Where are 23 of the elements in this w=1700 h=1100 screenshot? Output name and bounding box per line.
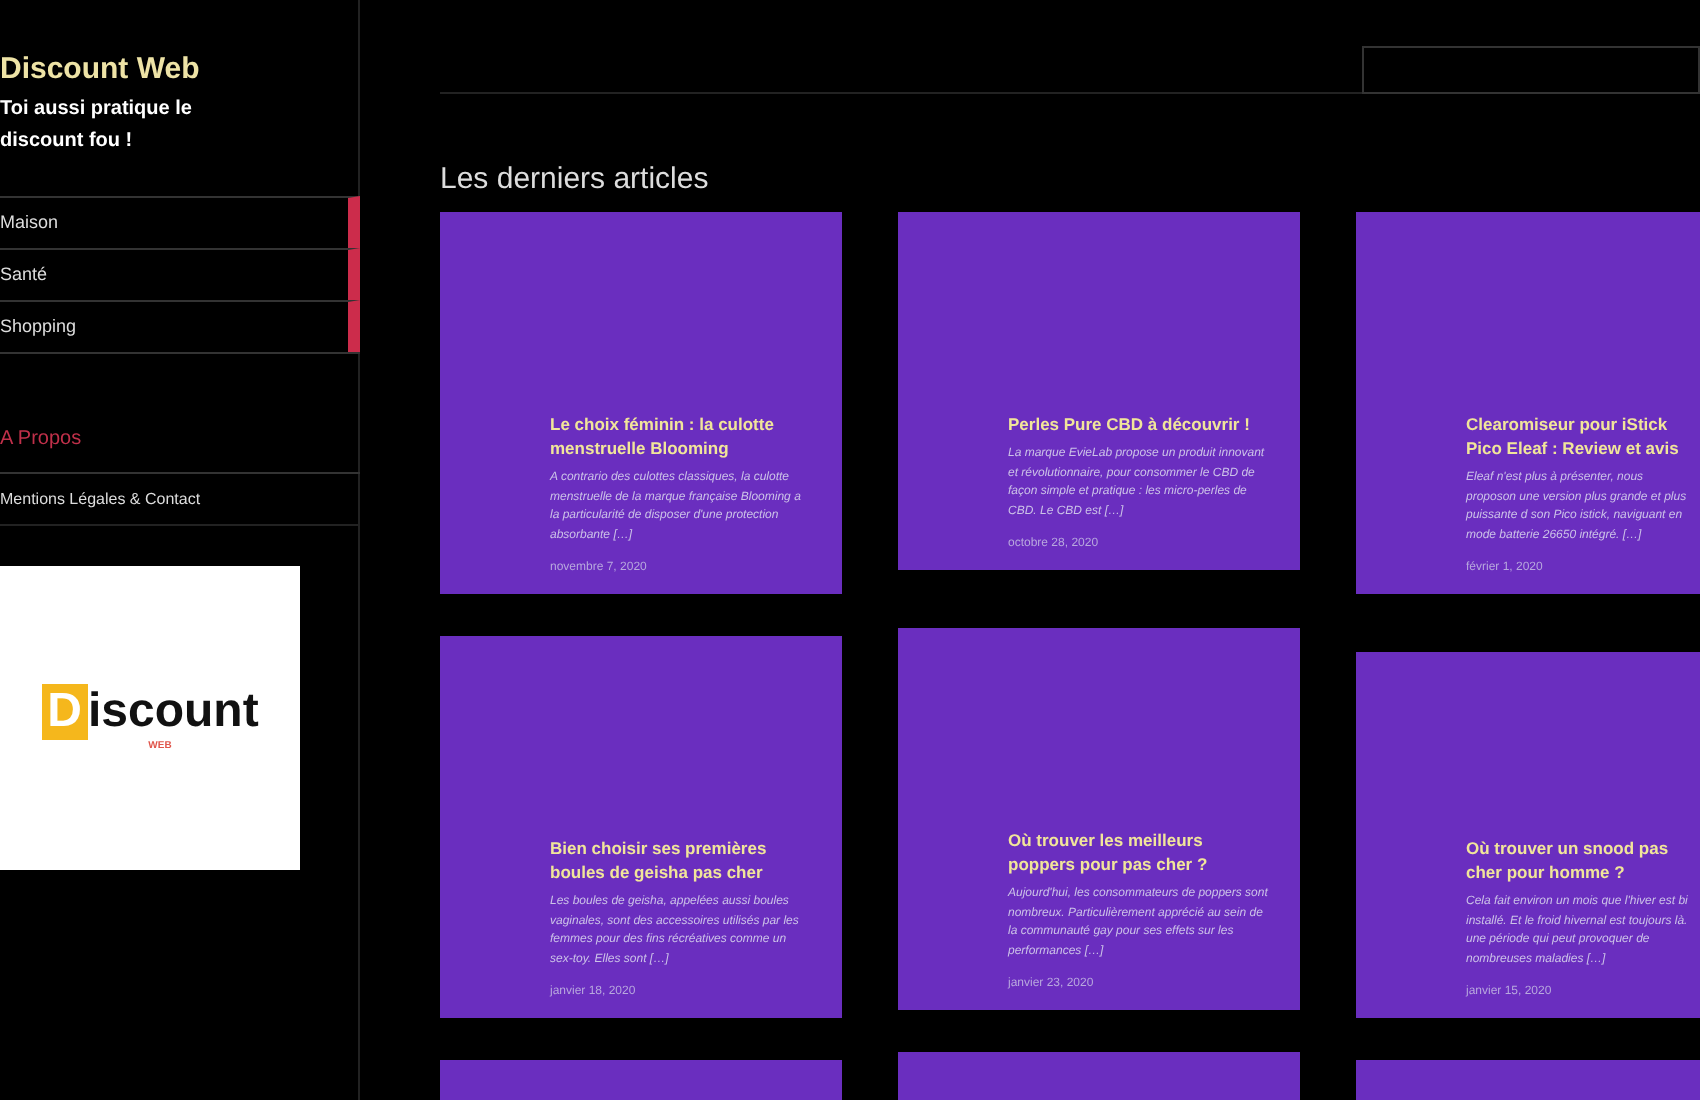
- article-title[interactable]: Où trouver les meilleurs poppers pour pas cher ?: [1008, 828, 1268, 876]
- article-card[interactable]: [898, 212, 1300, 570]
- article-title[interactable]: Bien choisir ses premières boules de geisha pas cher: [550, 836, 810, 884]
- article-card[interactable]: [440, 636, 842, 1018]
- site-tagline: Toi aussi pratique le discount fou !: [0, 96, 194, 156]
- article-card[interactable]: [898, 628, 1300, 1010]
- menu-item[interactable]: Shopping: [0, 300, 360, 352]
- menu-item[interactable]: A Propos: [0, 352, 360, 472]
- logo-text: iscount: [88, 684, 259, 740]
- article-title[interactable]: Clearomiseur pour iStick Pico Eleaf : Review et avis: [1466, 412, 1692, 460]
- site-title[interactable]: Discount Web: [0, 52, 358, 86]
- menu-item[interactable]: Maison: [0, 196, 360, 248]
- article-title[interactable]: Le choix féminin : la culotte menstruelle Blooming: [550, 412, 810, 460]
- article-title[interactable]: Où trouver un snood pas cher pour homme ?: [1466, 836, 1692, 884]
- menu-item[interactable]: Santé: [0, 248, 360, 300]
- logo-initial: D: [41, 684, 88, 740]
- section-title: Les derniers articles: [440, 162, 711, 196]
- article-card[interactable]: [440, 212, 842, 594]
- search-field[interactable]: [1362, 46, 1700, 94]
- article-card[interactable]: [1356, 212, 1700, 594]
- menu-item[interactable]: Mentions Légales & Contact: [0, 472, 360, 526]
- article-title[interactable]: Perles Pure CBD à découvrir !: [1008, 412, 1268, 436]
- article-card[interactable]: [1356, 652, 1700, 1018]
